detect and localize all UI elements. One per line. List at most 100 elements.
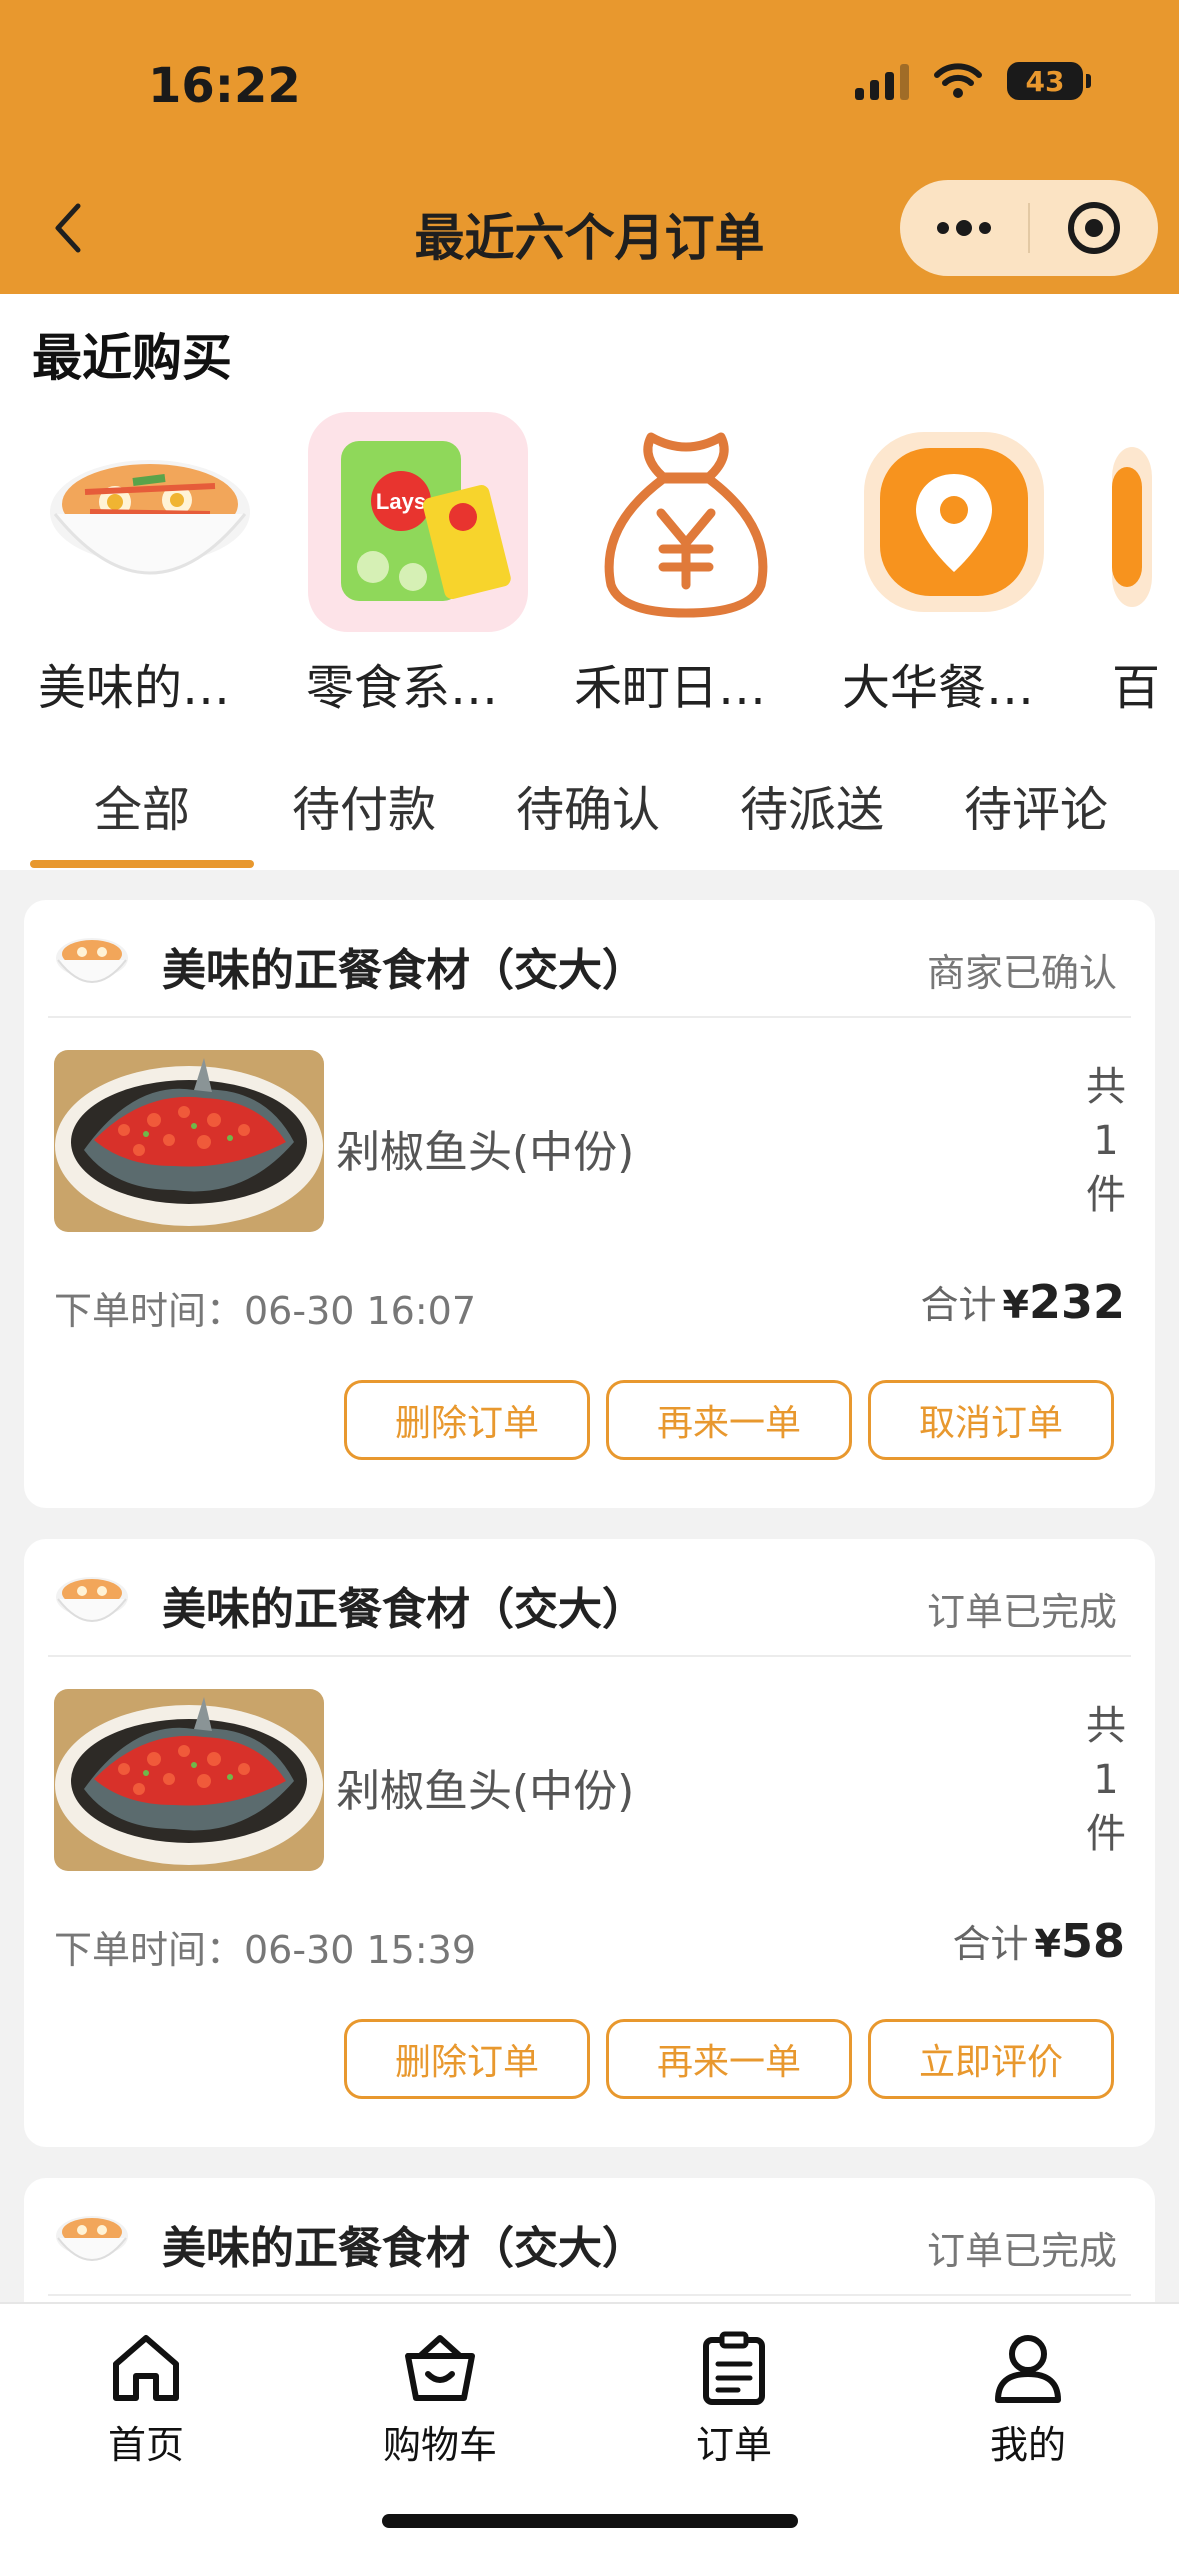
currency-symbol: ¥ (1034, 1922, 1061, 1966)
goods-count-number: 1 (1093, 1118, 1119, 1164)
tab-pending-review[interactable]: 待评论 (964, 770, 1108, 840)
tabbar-label: 购物车 (382, 2423, 497, 2467)
order-card[interactable]: 美味的正餐食材（交大） 订单已完成 剁椒鱼头(中份) 共 1 件 下单时间：06… (24, 1539, 1155, 2147)
close-mini-program-button[interactable] (1030, 180, 1158, 276)
wifi-icon (934, 63, 982, 98)
partial-thumb-icon (1112, 447, 1152, 607)
goods-image (54, 1689, 324, 1871)
noodle-bowl-icon (50, 460, 250, 575)
review-now-button[interactable]: 立即评价 (868, 2019, 1114, 2099)
goods-count-prefix: 共 (1086, 1064, 1126, 1110)
goods-name: 剁椒鱼头(中份) (336, 1127, 635, 1178)
goods-count: 共 1 件 (1081, 1699, 1131, 1861)
shop-name: 美味的正餐食材（交大） (162, 1584, 646, 1635)
recent-label: 大华餐… (842, 660, 1035, 716)
goods-count-number: 1 (1093, 1757, 1119, 1803)
reorder-button[interactable]: 再来一单 (606, 2019, 852, 2099)
status-icons: 43 (855, 62, 1091, 100)
recent-thumb (576, 412, 796, 632)
tabbar-orders[interactable]: 订单 (634, 2328, 834, 2469)
recent-item[interactable]: 大华餐… (842, 412, 1064, 716)
order-tabs: 全部 待付款 待确认 待派送 待评论 (0, 740, 1179, 870)
recent-thumb: Lays (308, 412, 528, 632)
total-amount: 232 (1028, 1275, 1125, 1329)
order-total: 合计 ¥232 (921, 1274, 1126, 1329)
recent-thumb (1112, 412, 1179, 632)
shop-logo-icon (56, 2216, 128, 2261)
tabbar-label: 我的 (989, 2423, 1066, 2467)
order-card-header: 美味的正餐食材（交大） 商家已确认 (24, 900, 1155, 1024)
signal-icon (855, 62, 909, 100)
svg-text:Lays: Lays (376, 489, 426, 514)
clipboard-icon (703, 2331, 765, 2405)
tab-pending-confirm[interactable]: 待确认 (516, 770, 660, 840)
goods-count-unit: 件 (1086, 1811, 1126, 1857)
delete-order-button[interactable]: 删除订单 (344, 2019, 590, 2099)
target-icon (1068, 202, 1120, 254)
recent-item[interactable]: 美味的… (38, 412, 260, 716)
recent-thumb (40, 412, 260, 632)
goods-image (54, 1050, 324, 1232)
divider (48, 1016, 1131, 1018)
recent-label: 零食系… (306, 660, 499, 716)
shop-name: 美味的正餐食材（交大） (162, 2223, 646, 2274)
order-time: 下单时间：06-30 15:39 (54, 1928, 477, 1972)
tabbar-cart[interactable]: 购物车 (340, 2328, 540, 2469)
divider (48, 1655, 1131, 1657)
battery-level: 43 (1025, 64, 1065, 98)
location-pin-icon (864, 432, 1044, 612)
goods-count: 共 1 件 (1081, 1060, 1131, 1222)
tabbar-label: 订单 (695, 2423, 772, 2467)
shop-logo-icon (56, 1577, 128, 1622)
total-amount: 58 (1060, 1914, 1125, 1968)
recent-title: 最近购买 (32, 329, 232, 387)
tabbar-me[interactable]: 我的 (928, 2328, 1128, 2469)
tab-pending-delivery[interactable]: 待派送 (740, 770, 884, 840)
order-card[interactable]: 美味的正餐食材（交大） 商家已确认 剁椒鱼头(中份) 共 1 件 下单时间：06… (24, 900, 1155, 1508)
order-total: 合计 ¥58 (953, 1913, 1125, 1968)
more-button[interactable] (900, 180, 1028, 276)
recent-label: 美味的… (38, 660, 231, 716)
cancel-order-button[interactable]: 取消订单 (868, 1380, 1114, 1460)
tab-pending-payment[interactable]: 待付款 (292, 770, 436, 840)
mini-program-capsule (900, 180, 1158, 276)
recent-label: 禾町日… (574, 660, 767, 716)
shop-name: 美味的正餐食材（交大） (162, 945, 646, 996)
fish-head-dish-icon (54, 1050, 324, 1232)
recent-label: 百 (1112, 660, 1161, 716)
order-status: 订单已完成 (926, 1590, 1117, 1634)
money-bag-yen-icon (604, 432, 768, 618)
currency-symbol: ¥ (1002, 1283, 1029, 1327)
dot-icon (979, 222, 991, 234)
reorder-button[interactable]: 再来一单 (606, 1380, 852, 1460)
goods-count-unit: 件 (1086, 1172, 1126, 1218)
delete-order-button[interactable]: 删除订单 (344, 1380, 590, 1460)
total-label: 合计 (920, 1283, 997, 1327)
tab-all[interactable]: 全部 (94, 770, 190, 840)
order-status: 订单已完成 (926, 2229, 1117, 2273)
tab-active-indicator (30, 860, 254, 868)
fish-head-dish-icon (54, 1689, 324, 1871)
recent-item[interactable]: 百 (1112, 412, 1179, 732)
home-icon (113, 2335, 179, 2401)
user-icon (995, 2335, 1061, 2403)
order-card-header: 美味的正餐食材（交大） 订单已完成 (24, 1539, 1155, 1663)
recent-thumb (844, 412, 1064, 632)
battery-icon: 43 (1007, 62, 1091, 100)
home-indicator (382, 2514, 798, 2528)
recent-item[interactable]: Lays 零食系… (306, 412, 528, 716)
goods-count-prefix: 共 (1086, 1703, 1126, 1749)
dot-icon (937, 222, 949, 234)
shop-logo-icon (56, 938, 128, 983)
order-card-header: 美味的正餐食材（交大） 订单已完成 (24, 2178, 1155, 2302)
dot-icon (956, 220, 972, 236)
divider (48, 2294, 1131, 2296)
chips-bag-icon: Lays (341, 441, 511, 601)
status-time: 16:22 (148, 58, 301, 114)
order-time: 下单时间：06-30 16:07 (54, 1289, 477, 1333)
basket-icon (405, 2335, 475, 2401)
tabbar-label: 首页 (107, 2423, 184, 2467)
recent-item[interactable]: 禾町日… (574, 412, 796, 716)
tabbar-home[interactable]: 首页 (46, 2328, 246, 2469)
goods-name: 剁椒鱼头(中份) (336, 1766, 635, 1817)
